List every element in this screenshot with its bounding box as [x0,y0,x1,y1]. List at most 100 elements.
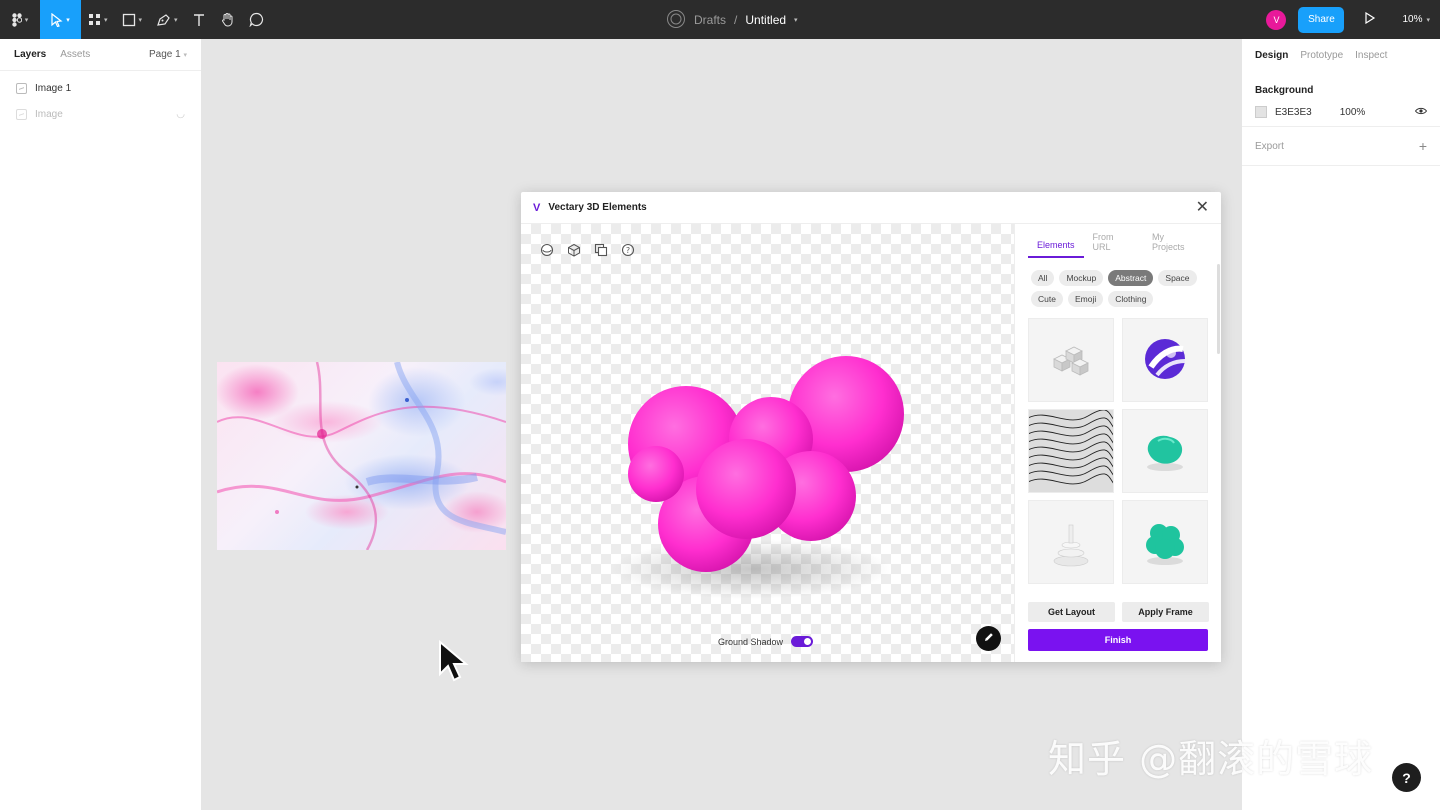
element-grid [1028,318,1210,584]
watermark-text: 知乎 @翻滚的雪球 [1048,737,1374,781]
cube-icon[interactable] [566,242,582,258]
bg-opacity-value[interactable]: 100% [1340,107,1366,118]
element-thumbnail[interactable] [1122,500,1208,584]
tab-my-projects[interactable]: My Projects [1143,232,1208,258]
hand-icon [220,12,235,27]
speech-bubble-icon [249,12,264,27]
tab-design[interactable]: Design [1255,50,1288,61]
help-circle-icon[interactable]: ? [620,242,636,258]
close-icon[interactable]: ✕ [1196,199,1209,216]
present-play-icon[interactable] [1364,11,1376,27]
background-section: Background E3E3E3 100% [1242,71,1440,127]
white-rings-icon [1051,513,1091,572]
shape-tool-button[interactable]: ▾ [115,0,150,39]
text-tool-button[interactable] [185,0,213,39]
tab-prototype[interactable]: Prototype [1300,50,1343,61]
hand-tool-button[interactable] [213,0,242,39]
pen-tool-button[interactable]: ▾ [149,0,185,39]
left-panel-tabs: Layers Assets Page 1 ▾ [0,39,201,71]
purple-sphere-icon [1141,335,1189,386]
get-layout-button[interactable]: Get Layout [1028,602,1115,622]
marble-pattern [217,362,506,550]
tab-from-url[interactable]: From URL [1084,232,1143,258]
share-button[interactable]: Share [1298,6,1345,33]
chip-all[interactable]: All [1031,270,1055,286]
chip-cute[interactable]: Cute [1031,291,1063,307]
rotate-icon[interactable] [539,242,555,258]
chip-mockup[interactable]: Mockup [1059,270,1104,286]
pen-icon [156,13,171,27]
canvas-marble-image[interactable] [217,362,506,550]
text-t-icon [192,13,206,27]
move-tool-button[interactable]: ▾ [40,0,81,39]
element-thumbnail[interactable] [1122,318,1208,402]
svg-text:?: ? [626,246,630,255]
edit-button[interactable] [976,626,1001,651]
plugin-title: Vectary 3D Elements [548,202,647,213]
color-swatch[interactable] [1255,106,1267,118]
export-label: Export [1255,140,1284,152]
viewport-tools: ? [539,242,636,258]
element-thumbnail[interactable] [1122,409,1208,493]
tab-assets[interactable]: Assets [60,49,90,60]
file-title: Drafts / Untitled ▾ [666,9,798,31]
tab-elements[interactable]: Elements [1028,240,1084,258]
breadcrumb-folder[interactable]: Drafts [694,13,726,27]
layer-item[interactable]: Image 1 [0,75,201,101]
chip-abstract[interactable]: Abstract [1108,270,1154,286]
frame-tool-button[interactable]: ▾ [81,0,115,39]
chip-space[interactable]: Space [1158,270,1197,286]
pencil-icon [983,631,995,646]
3d-viewport[interactable]: ? Ground Shadow [521,224,1014,662]
teal-blob-icon [1140,427,1190,476]
zoom-control[interactable]: 10% ▾ [1402,14,1430,25]
avatar[interactable]: V [1266,9,1287,30]
rectangle-icon [122,13,136,27]
background-title: Background [1255,85,1314,96]
layer-label: Image [35,108,63,120]
tab-inspect[interactable]: Inspect [1355,50,1387,61]
element-thumbnail[interactable] [1028,409,1114,493]
chevron-down-icon: ▾ [24,16,29,24]
team-icon [666,9,686,32]
chevron-down-icon: ▾ [66,16,70,24]
layer-item[interactable]: Image ◡ [0,101,201,127]
element-thumbnail[interactable] [1028,318,1114,402]
image-icon [16,82,27,94]
help-button[interactable]: ? [1392,763,1421,792]
white-cubes-icon [1046,337,1096,384]
pink-blob-3d [611,356,904,599]
ground-shadow-toggle[interactable] [791,636,814,647]
plus-icon[interactable]: + [1419,138,1427,154]
chevron-down-icon: ▾ [174,16,178,24]
mouse-cursor-icon [436,639,476,689]
ground-shadow-control: Ground Shadow [718,636,814,647]
file-name[interactable]: Untitled [745,13,786,27]
eye-icon[interactable] [1414,106,1428,118]
page-name: Page 1 [149,49,181,60]
main-menu-button[interactable]: ▾ [0,0,40,39]
comment-tool-button[interactable] [242,0,271,39]
page-selector[interactable]: Page 1 ▾ [149,49,187,60]
sidebar-scrollbar[interactable] [1217,264,1220,354]
layers-copy-icon[interactable] [593,242,609,258]
bg-hex-value[interactable]: E3E3E3 [1275,107,1312,118]
design-panel: Design Prototype Inspect Background E3E3… [1241,39,1440,810]
layer-label: Image 1 [35,82,72,94]
chevron-down-icon[interactable]: ▾ [794,16,798,24]
breadcrumb-separator: / [734,13,738,27]
right-panel-tabs: Design Prototype Inspect [1255,39,1427,71]
image-icon [16,108,27,120]
cursor-arrow-icon [51,12,63,27]
chip-clothing[interactable]: Clothing [1108,291,1154,307]
plugin-header: V Vectary 3D Elements ✕ [521,192,1221,224]
chip-emoji[interactable]: Emoji [1067,291,1104,307]
tab-layers[interactable]: Layers [14,49,46,60]
chevron-down-icon: ▾ [138,16,143,24]
elements-sidebar: Elements From URL My Projects All Mockup… [1014,224,1221,662]
visibility-icon[interactable]: ◡ [176,109,185,120]
element-thumbnail[interactable] [1028,500,1114,584]
apply-frame-button[interactable]: Apply Frame [1122,602,1209,622]
finish-button[interactable]: Finish [1028,629,1208,651]
layers-panel: Layers Assets Page 1 ▾ Image 1 Image ◡ [0,39,202,810]
